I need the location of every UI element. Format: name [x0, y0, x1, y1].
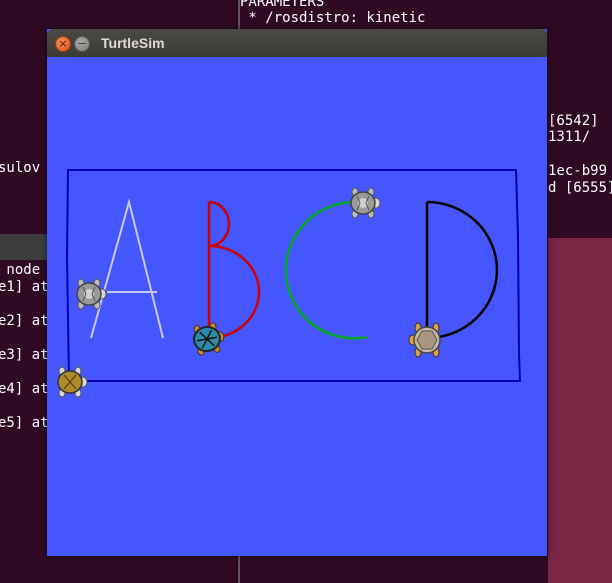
turtlesim-canvas — [57, 169, 522, 398]
terminal-line: PARAMETERS — [240, 0, 325, 10]
terminal-line: d [6555] — [548, 180, 612, 196]
turtle-icon[interactable] — [76, 278, 107, 310]
letter-d-path — [425, 200, 499, 340]
terminal-line: e4] at — [0, 381, 49, 397]
letter-c-path — [284, 201, 368, 340]
turtle-icon[interactable] — [408, 322, 441, 358]
letter-a-path — [90, 198, 164, 339]
terminal-line: e5] at — [0, 415, 49, 431]
turtle-icon[interactable] — [192, 321, 227, 356]
terminal-line: e1] at — [0, 279, 49, 295]
close-button[interactable]: × — [55, 36, 71, 52]
turtlesim-window[interactable]: × − TurtleSim — [47, 29, 547, 556]
desktop-panel — [548, 238, 612, 583]
turtle-icon[interactable] — [57, 366, 88, 398]
window-titlebar[interactable]: × − TurtleSim — [47, 29, 547, 57]
close-icon: × — [58, 37, 68, 50]
terminal-line: 1311/ — [548, 129, 591, 145]
frame-path — [65, 169, 522, 382]
terminal-line: 1ec-b99 — [548, 163, 608, 179]
turtle-icon[interactable] — [350, 187, 381, 219]
terminal-line: * /rosdistro: kinetic — [240, 10, 426, 26]
terminal-line: node — [0, 262, 41, 278]
terminal-line: sulov — [0, 160, 41, 176]
terminal-line: e3] at — [0, 347, 49, 363]
window-title: TurtleSim — [101, 35, 165, 51]
minimize-icon: − — [77, 37, 87, 50]
letter-b-path — [207, 200, 261, 340]
terminal-line: e2] at — [0, 313, 49, 329]
terminal-left-header — [0, 234, 50, 260]
minimize-button[interactable]: − — [74, 36, 90, 52]
terminal-line: [6542] — [548, 113, 599, 129]
